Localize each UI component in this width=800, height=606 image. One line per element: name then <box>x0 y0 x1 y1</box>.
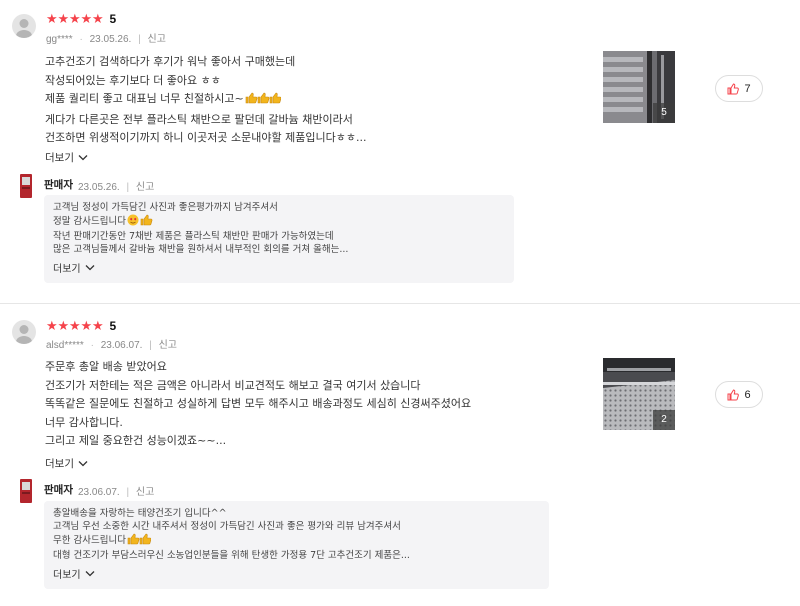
review-body: 주문후 총알 배송 받았어요 건조기가 저한테는 적은 금액은 아니라서 비교견… <box>45 358 471 451</box>
photo-count: 2 <box>653 410 675 430</box>
seller-name: 판매자 <box>44 484 73 496</box>
star-icon: ★ <box>92 318 104 334</box>
photo-count: 5 <box>653 103 675 123</box>
star-icon: ★ <box>92 11 104 27</box>
more-label: 더보기 <box>53 570 81 581</box>
seller-reply: 고객님 정성이 가득담긴 사진과 좋은평가까지 남겨주셔서 정말 감사드립니다 … <box>44 195 514 283</box>
review-line: 게다가 다른곳은 전부 플라스틱 채반으로 팔던데 갈바늄 채반이라서 <box>45 112 353 126</box>
rating-score: 5 <box>109 319 117 333</box>
review-date: 23.06.07. <box>100 340 143 351</box>
rating-stars: ★ ★ ★ ★ ★ 5 <box>46 12 116 26</box>
more-label: 더보기 <box>53 264 81 275</box>
review-body: 고추건조기 검색하다가 후기가 워낙 좋아서 구매했는데 작성되어있는 후기보다… <box>45 53 366 148</box>
reply-line: 총알배송을 자랑하는 태양건조기 입니다^^ <box>53 508 227 519</box>
reply-date: 23.05.26. <box>78 182 120 193</box>
thumbs-up-icon <box>727 82 740 94</box>
thumbs-up-emoji-icon <box>245 92 282 111</box>
chevron-down-icon <box>85 265 95 271</box>
review-line: 제품 퀄리티 좋고 대표님 너무 친절하시고~ <box>45 90 366 111</box>
like-count: 7 <box>744 82 751 95</box>
seller-logo-icon <box>18 174 34 198</box>
review-line: 주문후 총알 배송 받았어요 <box>45 360 167 373</box>
star-icon: ★ <box>69 11 81 27</box>
like-count: 6 <box>744 388 751 401</box>
review-line: 고추건조기 검색하다가 후기가 워낙 좋아서 구매했는데 <box>45 55 296 68</box>
like-button[interactable]: 6 <box>715 381 763 408</box>
reviewer-id: gg**** <box>46 34 73 45</box>
review-line: 똑똑같은 질문에도 친절하고 성실하게 답변 모두 해주시고 배송과정도 세심히… <box>45 397 472 410</box>
avatar <box>12 14 36 38</box>
reply-date: 23.06.07. <box>78 487 120 498</box>
seller-reply: 총알배송을 자랑하는 태양건조기 입니다^^ 고객님 우선 소중한 시간 내주셔… <box>44 501 549 589</box>
heart-eyes-emoji-icon <box>127 214 153 230</box>
reply-line: 정말 감사드립니다 <box>53 214 505 230</box>
chevron-down-icon <box>78 461 88 467</box>
like-button[interactable]: 7 <box>715 75 763 102</box>
more-label: 더보기 <box>45 152 74 164</box>
reply-line: 작년 판매기간동안 7채반 제품은 플라스틱 채반만 판매가 가능하였는데 <box>53 231 334 242</box>
seller-name: 판매자 <box>44 179 73 191</box>
star-icon: ★ <box>46 11 58 27</box>
reply-line: 많은 고객님들께서 갈바늄 채반을 원하셔서 내부적인 회의를 거쳐 올해는..… <box>53 244 349 255</box>
reply-more-button[interactable]: 더보기 <box>53 260 505 275</box>
report-link[interactable]: 신고 <box>148 34 166 45</box>
star-icon: ★ <box>69 318 81 334</box>
report-link[interactable]: 신고 <box>159 340 177 351</box>
chevron-down-icon <box>78 155 88 161</box>
seller-meta: 23.06.07. | 신고 <box>78 487 155 498</box>
star-icon: ★ <box>57 318 70 334</box>
reply-line: 고객님 우선 소중한 시간 내주셔서 정성이 가득담긴 사진과 좋은 평가와 리… <box>53 521 401 532</box>
star-icon: ★ <box>46 318 58 334</box>
reply-line: 무한 감사드립니다 <box>53 533 540 549</box>
reply-more-button[interactable]: 더보기 <box>53 566 540 581</box>
star-icon: ★ <box>57 11 70 27</box>
avatar <box>12 320 36 344</box>
chevron-down-icon <box>85 571 95 577</box>
review-line: 건조하면 위생적이기까지 하니 이곳저곳 소문내야할 제품입니다ㅎㅎ... <box>45 131 367 144</box>
review-line: 작성되어있는 후기보다 더 좋아요 ㅎㅎ <box>45 73 221 87</box>
rating-score: 5 <box>109 12 117 26</box>
review-date: 23.05.26. <box>89 34 132 45</box>
review-photo[interactable]: 5 <box>603 51 675 123</box>
review-photo[interactable]: 2 <box>603 358 675 430</box>
reply-line: 대형 건조기가 부담스러우신 소농업인분들을 위해 탄생한 가정용 7단 고추건… <box>53 550 410 561</box>
review-line: 그리고 제일 중요한건 성능이겠죠~~... <box>45 434 227 447</box>
report-link[interactable]: 신고 <box>136 487 154 498</box>
star-icon: ★ <box>80 11 93 27</box>
more-button[interactable]: 더보기 <box>45 456 88 471</box>
review-line: 건조기가 저한테는 적은 금액은 아니라서 비교견적도 해보고 결국 여기서 샀… <box>45 378 421 392</box>
seller-logo-icon <box>18 479 34 503</box>
star-icon: ★ <box>80 318 93 334</box>
seller-meta: 23.05.26. | 신고 <box>78 182 155 193</box>
thumbs-up-icon <box>727 388 740 400</box>
more-label: 더보기 <box>45 458 74 470</box>
reviewer-id: alsd***** <box>46 340 84 351</box>
review-meta: alsd***** · 23.06.07. | 신고 <box>46 340 178 351</box>
review-line: 너무 감사합니다. <box>45 415 123 429</box>
more-button[interactable]: 더보기 <box>45 150 88 165</box>
reply-line: 고객님 정성이 가득담긴 사진과 좋은평가까지 남겨주셔서 <box>53 202 278 213</box>
rating-stars: ★ ★ ★ ★ ★ 5 <box>46 319 116 333</box>
review-meta: gg**** · 23.05.26. | 신고 <box>46 34 166 45</box>
review-divider <box>0 303 800 304</box>
thumbs-up-emoji-icon <box>127 533 152 549</box>
report-link[interactable]: 신고 <box>136 182 154 193</box>
